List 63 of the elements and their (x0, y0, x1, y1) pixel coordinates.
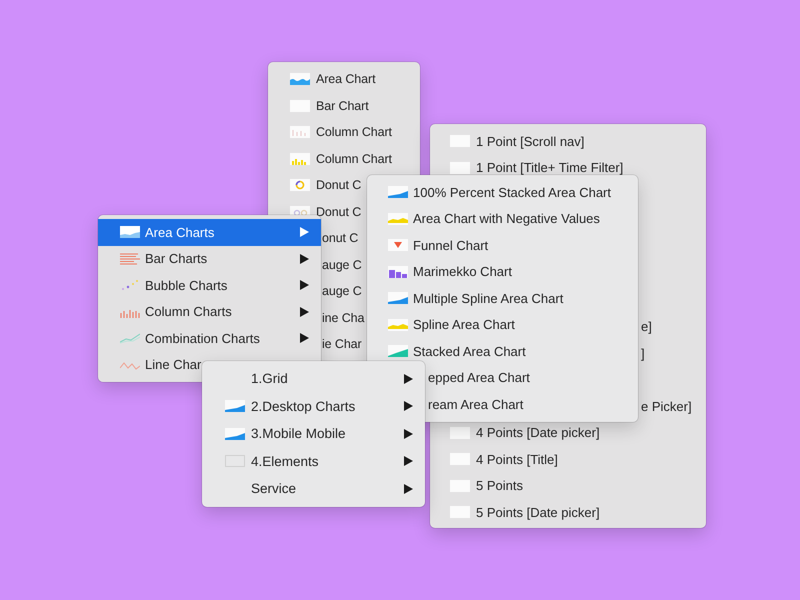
bubble-chart-icon (120, 279, 140, 292)
menu-item[interactable]: Funnel Chart (367, 232, 638, 258)
marimekko-chart-icon (388, 266, 408, 278)
caret-icon (404, 484, 413, 494)
menu-item[interactable]: 4.Elements (202, 448, 425, 475)
area-chart-icon (225, 428, 245, 440)
column-chart-icon (290, 126, 310, 138)
caret-icon (300, 227, 309, 238)
donut-chart-icon (290, 179, 310, 192)
area-chart-icon (290, 73, 310, 86)
menu-item[interactable]: Stacked Area Chart (367, 338, 638, 364)
caret-icon (404, 374, 413, 384)
menu-item[interactable]: 5 Points (430, 472, 706, 499)
area-chart-icon (388, 292, 408, 304)
menu-item[interactable]: Area Chart (268, 66, 420, 92)
menu-item[interactable]: Column Chart (268, 119, 420, 146)
menu-item[interactable]: Column Chart (268, 146, 420, 172)
bar-chart-icon (120, 252, 140, 265)
blank-thumbnail-icon (450, 480, 470, 492)
caret-icon (404, 401, 413, 412)
menu-item[interactable]: Multiple Spline Area Chart (367, 285, 638, 312)
area-chart-icon (388, 186, 408, 198)
menu-item[interactable]: Column Charts (98, 298, 321, 325)
caret-icon (404, 428, 413, 439)
area-chart-icon (388, 318, 408, 331)
blank-thumbnail-icon (450, 426, 470, 439)
area-chart-icon (388, 345, 408, 358)
column-chart-icon (290, 152, 310, 165)
caret-icon (300, 306, 309, 317)
caret-icon (300, 254, 309, 264)
caret-icon (300, 280, 309, 290)
menu-item[interactable]: 2.Desktop Charts (202, 392, 425, 420)
menu-item[interactable]: Spline Area Chart (367, 312, 638, 338)
menu-item[interactable]: 3.Mobile Mobile (202, 420, 425, 448)
menu-item[interactable]: 1 Point [Title+ Time Filter] (430, 154, 706, 181)
funnel-icon (388, 239, 408, 252)
menu-item[interactable]: Line Char (98, 352, 204, 378)
menu-item[interactable]: Bar Charts (98, 246, 321, 272)
line-chart-icon (120, 332, 140, 344)
caret-icon (300, 333, 309, 344)
menu-item[interactable]: Marimekko Chart (367, 258, 638, 285)
menu-item[interactable]: Area Chart with Negative Values (367, 206, 638, 232)
blank-thumbnail-icon (450, 506, 470, 518)
menu-item[interactable]: 4 Points [Date picker] (430, 420, 706, 446)
blank-thumbnail-icon (450, 135, 470, 148)
blank-thumbnail-icon (450, 162, 470, 174)
blank-thumbnail-icon (450, 453, 470, 466)
menu-item[interactable]: 5 Points [Date picker] (430, 499, 706, 526)
menu-item[interactable]: 1.Grid (202, 365, 425, 392)
menu-item[interactable]: 4 Points [Title] (430, 446, 706, 472)
caret-icon (404, 456, 413, 466)
menu-item[interactable]: Bubble Charts (98, 272, 321, 298)
blank-thumbnail-icon (225, 455, 245, 468)
menu-item[interactable]: Bar Chart (268, 92, 420, 119)
area-chart-icon (388, 212, 408, 225)
area-chart-icon (120, 226, 140, 238)
blank-thumbnail-icon (290, 100, 310, 112)
menu-item[interactable]: Area Charts (98, 219, 321, 246)
menu-item[interactable]: Service (202, 475, 425, 502)
menu-item[interactable]: Combination Charts (98, 325, 321, 352)
menu-item[interactable]: 100% Percent Stacked Area Chart (367, 179, 638, 206)
area-chart-icon (225, 400, 245, 412)
menu-item[interactable]: 1 Point [Scroll nav] (430, 128, 706, 154)
